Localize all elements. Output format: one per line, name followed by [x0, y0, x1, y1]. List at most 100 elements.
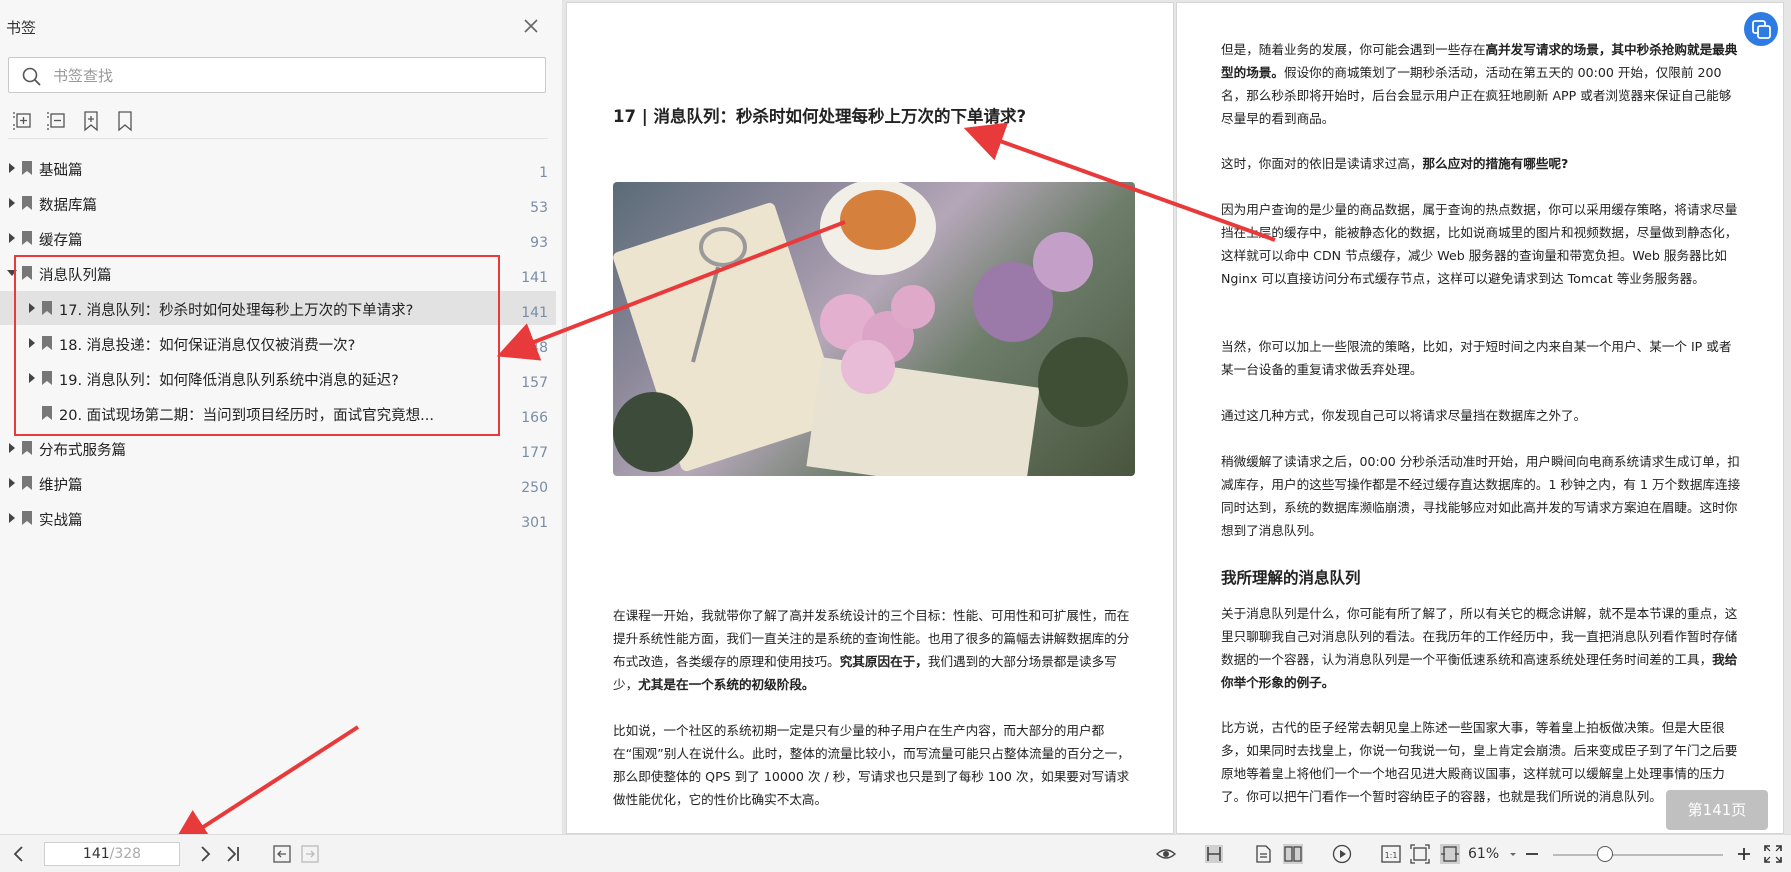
- paragraph: 这时，你面对的依旧是读请求过高，那么应对的措施有哪些呢?: [1221, 153, 1743, 176]
- bookmark-label: 基础篇: [39, 163, 83, 179]
- expand-arrow-icon[interactable]: [29, 338, 35, 348]
- bookmark-search-box[interactable]: [8, 57, 546, 93]
- bookmark-icon: [42, 371, 52, 385]
- fit-page-icon[interactable]: [1409, 843, 1431, 865]
- zoom-in-icon[interactable]: [1733, 843, 1755, 865]
- bookmark-icon: [42, 406, 52, 420]
- expand-arrow-icon[interactable]: [9, 198, 15, 208]
- fullscreen-icon[interactable]: [1762, 843, 1784, 865]
- expand-arrow-icon[interactable]: [29, 373, 35, 383]
- play-icon[interactable]: [1331, 843, 1353, 865]
- expand-arrow-icon[interactable]: [9, 163, 15, 173]
- paragraph-bold: 究其原因在于，: [839, 653, 928, 669]
- paragraph: 当然，你可以加上一些限流的策略，比如，对于短时间之内来自某一个用户、某一个 IP…: [1221, 339, 1732, 377]
- bookmark-item-ch18[interactable]: 18. 消息投递：如何保证消息仅仅被消费一次? 148: [0, 326, 556, 360]
- bookmark-item-cache[interactable]: 缓存篇 93: [0, 221, 556, 255]
- expand-arrow-icon[interactable]: [9, 233, 15, 243]
- bookmark-page-number: 301: [521, 515, 548, 531]
- cover-image-illustration: [613, 182, 1128, 476]
- bookmark-page-number: 250: [521, 480, 548, 496]
- bottom-toolbar: 141/328 1:1 61%: [0, 834, 1791, 872]
- search-icon: [22, 67, 41, 86]
- document-viewport[interactable]: 17 | 消息队列：秒杀时如何处理每秒上万次的下单请求? 在课程一开始，我就带你…: [563, 0, 1791, 834]
- fit-width-icon[interactable]: [1439, 843, 1461, 865]
- page-number-input[interactable]: 141/328: [44, 842, 180, 866]
- bookmark-page-number: 177: [521, 445, 548, 461]
- paragraph: 在课程一开始，我就带你了解了高并发系统设计的三个目标：性能、可用性和可扩展性，而…: [613, 605, 1135, 697]
- bookmark-icon: [22, 511, 32, 525]
- bookmark-item-ch20[interactable]: 20. 面试现场第二期：当问到项目经历时，面试官究竟想... 166: [0, 396, 556, 430]
- paragraph: 因为用户查询的是少量的商品数据，属于查询的热点数据，你可以采用缓存策略，将请求尽…: [1221, 202, 1738, 286]
- total-pages: /328: [109, 846, 142, 862]
- back-icon[interactable]: [271, 843, 293, 865]
- bookmark-icon: [22, 441, 32, 455]
- expand-arrow-icon[interactable]: [29, 303, 35, 313]
- last-page-icon[interactable]: [222, 843, 244, 865]
- translate-button[interactable]: [1744, 12, 1778, 46]
- paragraph-text: 关于消息队列是什么，你可能有所了解了，所以有关它的概念讲解，就不是本节课的重点，…: [1221, 606, 1738, 667]
- collapse-all-icon[interactable]: [46, 110, 68, 132]
- section-heading: 我所理解的消息队列: [1221, 569, 1361, 587]
- bookmark-icon: [42, 301, 52, 315]
- prev-page-icon[interactable]: [8, 843, 30, 865]
- svg-text:1:1: 1:1: [1385, 851, 1398, 860]
- eye-icon[interactable]: [1155, 843, 1177, 865]
- document-icon[interactable]: [1252, 843, 1274, 865]
- paragraph-bold: 尤其是在一个系统的初级阶段。: [638, 676, 815, 692]
- next-page-icon[interactable]: [194, 843, 216, 865]
- bookmark-icon: [22, 476, 32, 490]
- expand-all-icon[interactable]: [12, 110, 34, 132]
- bookmark-item-message-queue[interactable]: 消息队列篇 141: [0, 256, 556, 290]
- bookmark-page-number: 93: [530, 235, 548, 251]
- sidebar-title: 书签: [6, 19, 37, 37]
- forward-icon[interactable]: [299, 843, 321, 865]
- collapse-arrow-icon[interactable]: [7, 270, 17, 276]
- page-left: 17 | 消息队列：秒杀时如何处理每秒上万次的下单请求? 在课程一开始，我就带你…: [566, 2, 1174, 834]
- bookmark-page-number: 148: [521, 340, 548, 356]
- bookmark-item-practice[interactable]: 实战篇 301: [0, 501, 556, 535]
- zoom-out-icon[interactable]: [1521, 843, 1543, 865]
- paragraph: 通过这几种方式，你发现自己可以将请求尽量挡在数据库之外了。: [1221, 408, 1587, 423]
- bookmark-item-maintenance[interactable]: 维护篇 250: [0, 466, 556, 500]
- close-sidebar-button[interactable]: [519, 14, 543, 38]
- paragraph-text: 但是，随着业务的发展，你可能会遇到一些存在: [1221, 42, 1486, 57]
- paragraph: 关于消息队列是什么，你可能有所了解了，所以有关它的概念讲解，就不是本节课的重点，…: [1221, 603, 1743, 695]
- divider: [8, 138, 548, 139]
- current-page: 141: [82, 846, 110, 862]
- translate-icon: [1752, 20, 1771, 39]
- expand-arrow-icon[interactable]: [9, 513, 15, 523]
- bookmark-label: 20. 面试现场第二期：当问到项目经历时，面试官究竟想...: [59, 408, 434, 424]
- cover-image: [613, 182, 1135, 476]
- bookmark-outline-icon[interactable]: [114, 110, 136, 132]
- zoom-slider-handle[interactable]: [1597, 846, 1613, 862]
- bookmark-label: 消息队列篇: [39, 268, 112, 284]
- single-page-icon[interactable]: [1203, 843, 1225, 865]
- two-page-icon[interactable]: [1282, 843, 1304, 865]
- actual-size-icon[interactable]: 1:1: [1380, 843, 1402, 865]
- paragraph: 比如说，一个社区的系统初期一定是只有少量的种子用户在生产内容，而大部分的用户都在…: [613, 723, 1130, 807]
- add-bookmark-icon[interactable]: [80, 110, 102, 132]
- bookmark-icon: [42, 336, 52, 350]
- paragraph-bold: 那么应对的措施有哪些呢?: [1422, 156, 1569, 171]
- zoom-level[interactable]: 61%: [1468, 846, 1499, 862]
- zoom-slider-track[interactable]: [1553, 854, 1723, 856]
- page-indicator-badge: 第141页: [1666, 790, 1768, 830]
- paragraph: 比方说，古代的臣子经常去朝见皇上陈述一些国家大事，等着皇上拍板做决策。但是大臣很…: [1221, 720, 1738, 804]
- close-icon[interactable]: [519, 14, 543, 38]
- expand-arrow-icon[interactable]: [9, 478, 15, 488]
- bookmark-item-distributed[interactable]: 分布式服务篇 177: [0, 431, 556, 465]
- paragraph: 稍微缓解了读请求之后，00:00 分秒杀活动准时开始，用户瞬间向电商系统请求生成…: [1221, 454, 1741, 538]
- bookmark-icon: [22, 196, 32, 210]
- bookmark-item-ch19[interactable]: 19. 消息队列：如何降低消息队列系统中消息的延迟? 157: [0, 361, 556, 395]
- bookmark-item-database[interactable]: 数据库篇 53: [0, 186, 556, 220]
- bookmark-icon: [22, 161, 32, 175]
- bookmark-page-number: 53: [530, 200, 548, 216]
- bookmark-page-number: 141: [521, 270, 548, 286]
- bookmark-item-ch17[interactable]: 17. 消息队列：秒杀时如何处理每秒上万次的下单请求? 141: [0, 291, 556, 325]
- bookmark-item-basics[interactable]: 基础篇 1: [0, 151, 556, 185]
- bookmark-page-number: 141: [521, 305, 548, 321]
- expand-arrow-icon[interactable]: [9, 443, 15, 453]
- paragraph-text: 这时，你面对的依旧是读请求过高，: [1221, 156, 1423, 171]
- bookmark-search-input[interactable]: [53, 64, 533, 88]
- bookmark-page-number: 166: [521, 410, 548, 426]
